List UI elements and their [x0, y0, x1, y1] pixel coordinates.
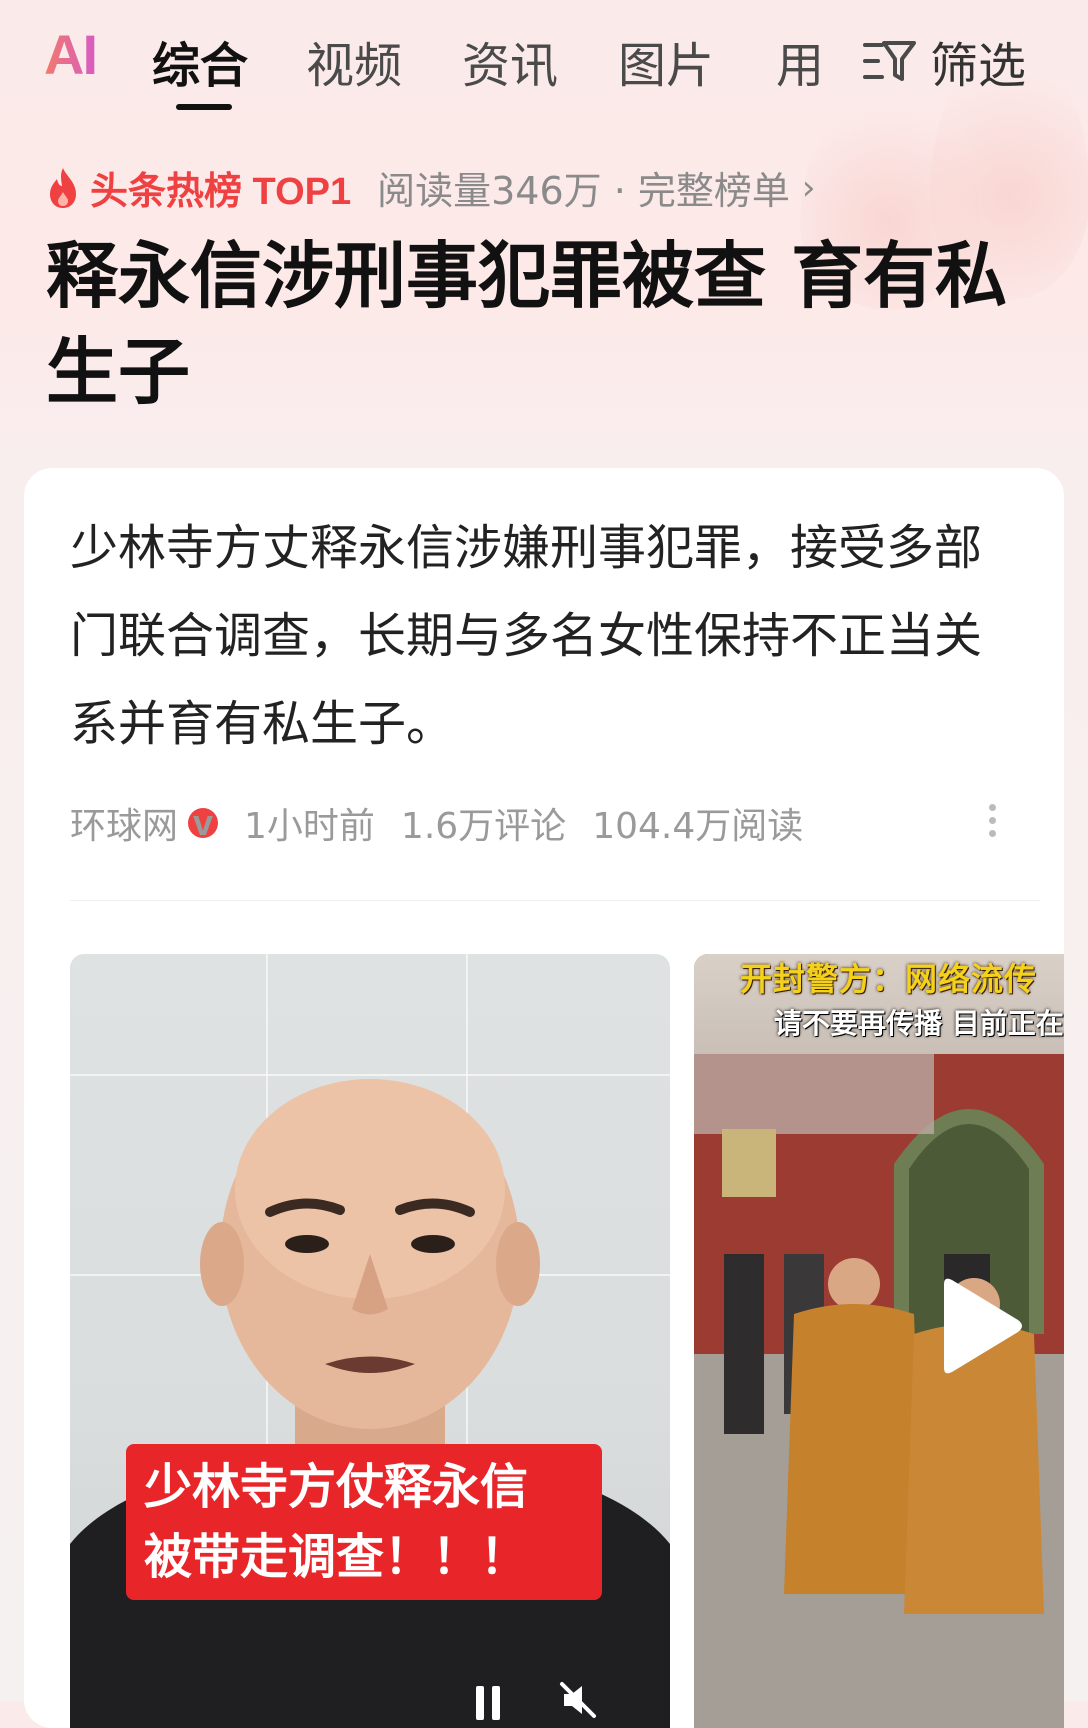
more-options-icon[interactable] [980, 798, 1004, 848]
caption-line-1: 开封警方：网络流传 [740, 960, 1038, 998]
hot-list-meta: 阅读量346万 · 完整榜单 [377, 169, 790, 213]
video-caption-overlay: 少林寺方仗释永信 被带走调查！！！ [126, 1444, 602, 1600]
news-summary[interactable]: 少林寺方丈释永信涉嫌刑事犯罪，接受多部门联合调查，长期与多名女性保持不正当关系并… [70, 504, 1010, 768]
page-title[interactable]: 释永信涉刑事犯罪被查 育有私生子 [46, 228, 1026, 420]
news-meta-row: 环球网 v 1小时前 1.6万评论 104.4万阅读 [70, 798, 1030, 848]
monk-person-image [70, 1079, 670, 1728]
ai-tab-logo[interactable]: AI [44, 22, 98, 87]
filter-icon [862, 37, 918, 85]
filter-button[interactable]: 筛选 [862, 26, 1026, 96]
tab-news[interactable]: 资讯 [462, 26, 558, 96]
comment-count: 1.6万评论 [400, 806, 567, 847]
chevron-right-icon: › [801, 167, 816, 208]
hot-list-banner[interactable]: 头条热榜 TOP1 阅读量346万 · 完整榜单 › [46, 160, 816, 215]
mute-icon[interactable] [558, 1680, 598, 1720]
video-thumbnail-2[interactable]: 开封警方：网络流传 请不要再传播 目前正在 [694, 954, 1064, 1728]
verified-badge-icon: v [188, 805, 219, 841]
divider [70, 900, 1040, 901]
video-thumbnail-1[interactable]: 少林寺方仗释永信 被带走调查！！！ [70, 954, 670, 1728]
play-icon[interactable] [934, 1276, 1024, 1376]
pause-icon[interactable] [472, 1680, 504, 1720]
caption-line-1: 少林寺方仗释永信 [144, 1459, 529, 1515]
read-count: 104.4万阅读 [592, 806, 804, 847]
publish-time: 1小时前 [244, 806, 375, 847]
source-name[interactable]: 环球网 [70, 797, 178, 849]
active-tab-indicator [176, 104, 232, 110]
hot-list-rank: 头条热榜 TOP1 [90, 171, 352, 213]
tab-video[interactable]: 视频 [306, 26, 402, 96]
search-tab-bar: AI 综合 视频 资讯 图片 用 筛选 [0, 0, 1088, 120]
news-result-card[interactable]: 少林寺方丈释永信涉嫌刑事犯罪，接受多部门联合调查，长期与多名女性保持不正当关系并… [24, 468, 1064, 1728]
tab-images[interactable]: 图片 [618, 26, 714, 96]
fire-icon [46, 166, 80, 210]
caption-line-2: 被带走调查！！！ [144, 1529, 529, 1585]
filter-label: 筛选 [930, 38, 1027, 94]
tab-users[interactable]: 用 [776, 26, 824, 96]
tab-comprehensive[interactable]: 综合 [152, 26, 248, 96]
caption-line-2: 请不要再传播 目前正在 [774, 1007, 1064, 1040]
